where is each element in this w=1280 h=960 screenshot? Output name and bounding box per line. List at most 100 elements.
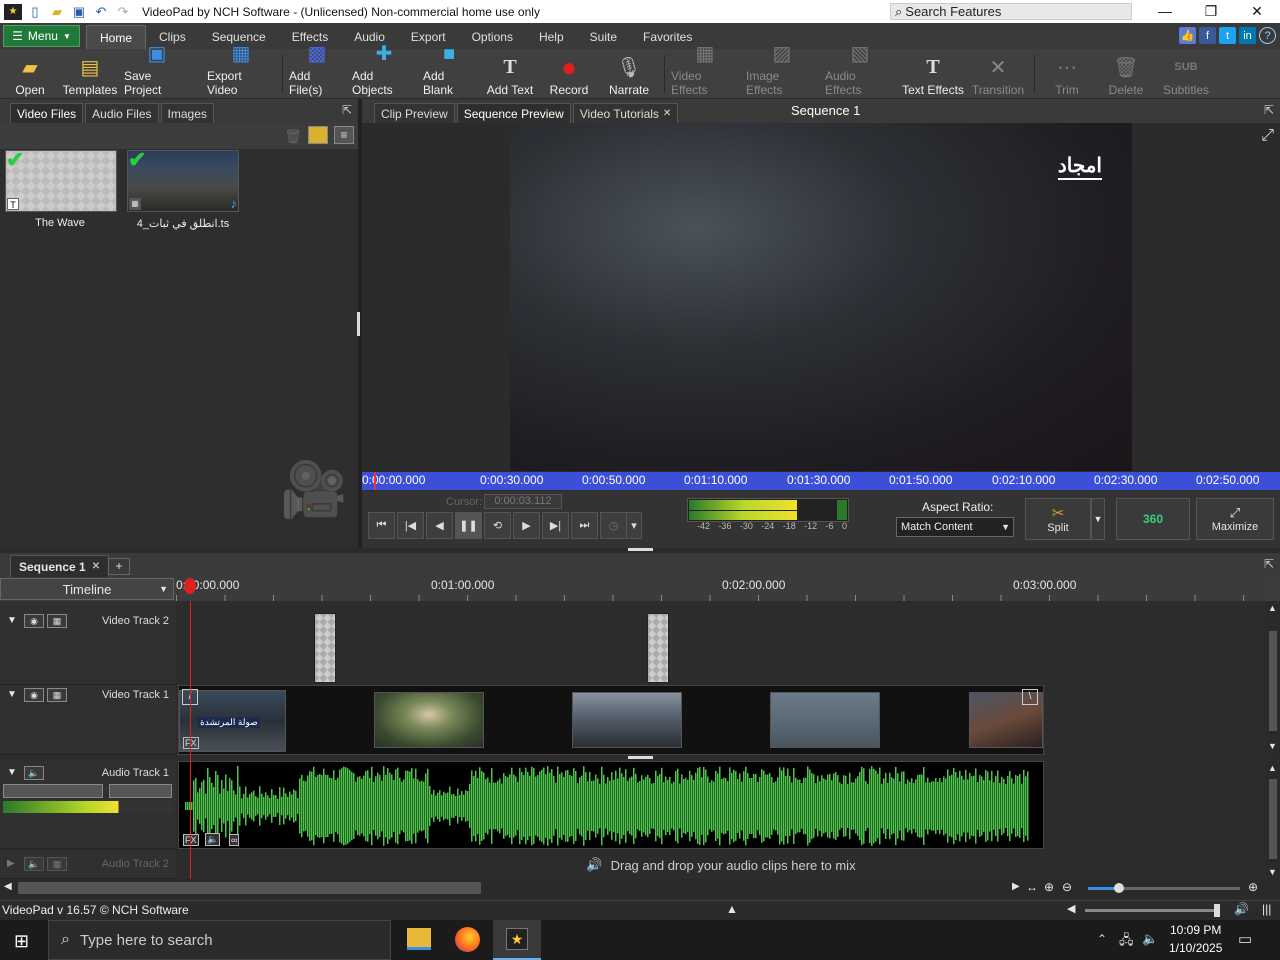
open-project-icon[interactable]: ▰ [48,4,66,20]
split-dropdown[interactable]: ▼ [1091,498,1105,540]
preview-playhead[interactable] [374,472,376,490]
tab-sequence-preview[interactable]: Sequence Preview [456,103,571,123]
track-options-icon[interactable]: ▦ [47,688,67,702]
taskbar-search-box[interactable]: ⌕ Type here to search [48,920,391,960]
tab-home[interactable]: Home [86,25,147,49]
close-icon[interactable]: ✕ [92,561,100,572]
tab-video-files[interactable]: Video Files [10,103,84,123]
go-to-end-button[interactable]: ⏭ [571,512,598,539]
arrow-up-icon[interactable]: ▲ [1268,603,1277,613]
maximize-button[interactable]: ⤢ Maximize [1196,498,1274,540]
file-explorer-icon[interactable] [407,928,431,950]
timeline-hscroll[interactable]: ◀ ▶ ↔ ⊕ ⊖ ⊕ [0,879,1280,897]
arrow-down-icon[interactable]: ▼ [1268,741,1277,751]
image-effects-button[interactable]: ▨ Image Effects [746,43,818,97]
tab-suite[interactable]: Suite [577,25,630,49]
go-to-start-button[interactable]: ⏮ [368,512,395,539]
videopad-taskbar-button[interactable]: ★ [493,920,541,960]
eye-icon[interactable]: ◉ [24,614,44,628]
step-back-button[interactable]: ◀ [426,512,453,539]
zoom-slider-thumb[interactable] [1114,883,1124,893]
add-files-button[interactable]: ▩ Add File(s) [289,43,345,97]
pan-slider[interactable] [109,784,172,798]
thumbs-up-icon[interactable]: 👍 [1179,27,1196,44]
transition-marker-icon[interactable]: \ [1022,689,1038,705]
track-options-icon[interactable]: ▦ [47,614,67,628]
chevron-up-icon[interactable]: ⌃ [1097,932,1107,946]
restore-button[interactable]: ❐ [1188,0,1234,22]
close-button[interactable]: ✕ [1234,0,1280,22]
splitter-handle[interactable] [628,756,653,759]
add-blank-button[interactable]: ■ Add Blank [423,43,475,97]
windows-start-icon[interactable]: ⊞ [14,931,29,952]
timeline-playhead[interactable] [190,601,191,879]
speed-icon[interactable]: ◷ [600,512,627,539]
tab-video-tutorials[interactable]: Video Tutorials ✕ [572,103,679,123]
redo-icon[interactable]: ↷ [114,4,132,20]
clock-date[interactable]: 1/10/2025 [1169,941,1222,955]
add-objects-button[interactable]: ✚ Add Objects [352,43,416,97]
new-project-icon[interactable]: ▯ [26,4,44,20]
save-project-button[interactable]: ▣ Save Project [124,43,190,97]
export-video-button[interactable]: ▦ Export Video [207,43,275,97]
text-effects-button[interactable]: T Text Effects [901,51,965,98]
subtitles-button[interactable]: SUB Subtitles [1161,51,1211,97]
delete-button[interactable]: 🗑 Delete [1106,51,1146,98]
eye-icon[interactable]: ◉ [24,688,44,702]
linkedin-icon[interactable]: in [1239,27,1256,44]
arrow-right-icon[interactable]: ▶ [1012,881,1020,892]
splitter-handle[interactable] [357,312,360,336]
chevron-down-icon[interactable]: ▾ [626,512,642,539]
speaker-icon[interactable]: 🔈 [24,766,44,780]
record-button[interactable]: ● Record [547,51,591,98]
play-button[interactable]: ▶ [513,512,540,539]
save-icon[interactable]: ▣ [70,4,88,20]
add-sequence-button[interactable]: + [108,558,130,575]
fullscreen-icon[interactable]: ⤢ [1261,127,1274,145]
add-folder-icon[interactable] [308,126,328,144]
expand-triangle-icon[interactable]: ▶ [7,858,15,869]
aspect-ratio-select[interactable]: Match Content ▼ [896,517,1014,537]
firefox-icon[interactable] [455,927,480,952]
video-preview-frame[interactable]: امجاد [510,123,1132,471]
collapse-triangle-icon[interactable]: ▼ [7,689,17,700]
playhead-marker[interactable] [184,578,196,594]
speaker-icon[interactable]: 🔊 [1234,902,1249,916]
templates-button[interactable]: ▤ Templates [62,51,118,98]
zoom-out-icon[interactable]: ⊖ [1062,880,1072,894]
volume-down-icon[interactable]: ◀ [1067,902,1075,915]
tab-images[interactable]: Images [160,103,214,123]
next-frame-button[interactable]: ▶| [542,512,569,539]
undo-icon[interactable]: ↶ [92,4,110,20]
arrow-left-icon[interactable]: ◀ [4,881,12,892]
twitter-icon[interactable]: t [1219,27,1236,44]
scroll-thumb[interactable] [18,882,481,894]
trash-icon[interactable]: 🗑 [284,128,302,145]
help-icon[interactable]: ? [1259,27,1276,44]
splitter-handle[interactable] [628,548,653,551]
list-view-icon[interactable]: ≡ [334,126,354,144]
audio-track-1-clip[interactable]: FX 🔈 ∞ [178,761,1044,849]
narrate-button[interactable]: 🎙 Narrate [606,51,652,98]
arrow-down-icon[interactable]: ▼ [1268,867,1277,877]
arrow-up-icon[interactable]: ▲ [1268,763,1277,773]
tab-audio-files[interactable]: Audio Files [85,103,159,123]
audio-effects-button[interactable]: ▧ Audio Effects [825,43,895,97]
video-track-1-clip[interactable]: صولة المرتشدة FX / \ [178,685,1044,755]
open-button[interactable]: ▰ Open [8,51,52,98]
vr360-button[interactable]: 360 [1116,498,1190,540]
track-scrollbar-lower[interactable]: ▲ ▼ [1266,761,1280,879]
search-features-box[interactable]: ⌕ Search Features [890,3,1132,20]
pause-button[interactable]: ❚❚ [455,512,482,539]
view-mode-select[interactable]: Timeline ▼ [0,578,174,600]
transition-button[interactable]: ✕ Transition [972,51,1024,98]
undock-icon[interactable]: ⇱ [342,103,352,117]
trim-button[interactable]: ⋯ Trim [1049,51,1085,98]
tab-help[interactable]: Help [526,25,577,49]
zoom-slider[interactable] [1088,883,1240,893]
audio-drop-zone[interactable]: 🔊 Drag and drop your audio clips here to… [176,851,1266,879]
notifications-icon[interactable]: ▭ [1238,930,1252,948]
bin-clip-the-wave[interactable]: ✔ T [5,147,117,212]
previous-frame-button[interactable]: |◀ [397,512,424,539]
network-icon[interactable]: 🖧 [1119,931,1134,953]
